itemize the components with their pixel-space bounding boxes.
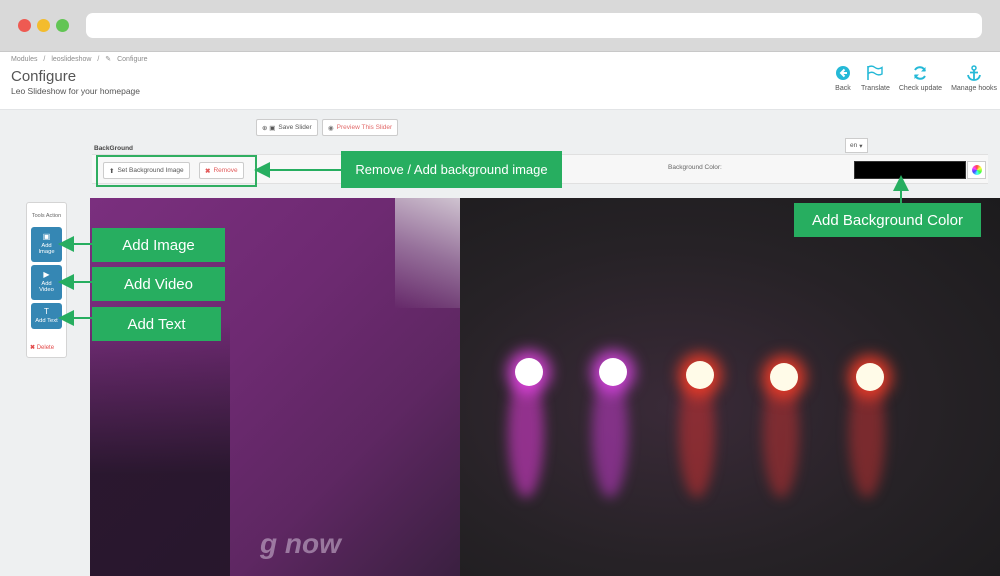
stage-light bbox=[856, 363, 884, 391]
text-icon: T bbox=[44, 306, 49, 316]
image-icon: ▣ bbox=[42, 232, 51, 242]
translate-label: Translate bbox=[860, 85, 890, 92]
slide-preview[interactable]: g now bbox=[90, 198, 1000, 576]
upload-icon: ⬆ bbox=[109, 167, 115, 175]
back-label: Back bbox=[835, 85, 851, 92]
slide-shadow bbox=[90, 318, 230, 576]
slide-overlay-text: g now bbox=[260, 528, 341, 559]
preview-slider-button[interactable]: ◉ Preview This Slider bbox=[322, 119, 399, 136]
annotation-add-text: Add Text bbox=[92, 307, 221, 341]
flag-icon bbox=[866, 64, 884, 82]
manage-hooks-button[interactable]: Manage hooks bbox=[951, 64, 997, 92]
preview-slider-label: Preview This Slider bbox=[336, 124, 393, 131]
breadcrumb-leoslideshow[interactable]: leoslideshow bbox=[51, 56, 91, 63]
background-color-label: Background Color: bbox=[668, 164, 722, 171]
maximize-window-button[interactable] bbox=[56, 19, 69, 32]
color-picker-button[interactable] bbox=[967, 161, 986, 179]
anchor-icon bbox=[965, 64, 983, 82]
background-section-label: BackGround bbox=[94, 145, 134, 152]
breadcrumb-separator: / bbox=[43, 56, 46, 63]
slide-background-right bbox=[460, 198, 1000, 576]
set-background-image-button[interactable]: ⬆ Set Background Image bbox=[103, 162, 190, 179]
refresh-icon bbox=[911, 64, 929, 82]
annotation-add-image: Add Image bbox=[92, 228, 225, 262]
close-window-button[interactable] bbox=[18, 19, 31, 32]
close-icon: ✖ bbox=[205, 167, 211, 175]
add-text-button[interactable]: T Add Text bbox=[31, 303, 62, 329]
add-text-label: Add Text bbox=[35, 317, 58, 324]
add-image-button[interactable]: ▣ Add Image bbox=[31, 227, 62, 262]
caret-down-icon: ▾ bbox=[859, 142, 863, 150]
slide-glare bbox=[395, 198, 460, 308]
wrench-icon: ✎ bbox=[105, 56, 112, 63]
annotation-add-video: Add Video bbox=[92, 267, 225, 301]
stage-light-beam bbox=[592, 368, 628, 498]
remove-background-label: Remove bbox=[213, 167, 238, 174]
minimize-window-button[interactable] bbox=[37, 19, 50, 32]
check-update-button[interactable]: Check update bbox=[899, 64, 942, 92]
translate-button[interactable]: Translate bbox=[861, 64, 890, 92]
delete-button[interactable]: ✖ Delete bbox=[30, 344, 54, 351]
breadcrumb-modules[interactable]: Modules bbox=[11, 56, 37, 63]
back-icon bbox=[834, 64, 852, 82]
add-image-label: Add Image bbox=[38, 243, 55, 256]
page-title: Configure bbox=[11, 68, 77, 85]
browser-chrome bbox=[0, 0, 1000, 52]
add-video-label: Add Video bbox=[39, 281, 54, 294]
background-color-input[interactable] bbox=[854, 161, 966, 179]
language-value: en bbox=[850, 142, 858, 149]
stage-light bbox=[515, 358, 543, 386]
breadcrumb-configure: Configure bbox=[117, 56, 148, 63]
back-button[interactable]: Back bbox=[834, 64, 852, 92]
address-bar[interactable] bbox=[86, 13, 982, 38]
video-icon: ▶ bbox=[43, 270, 50, 280]
color-wheel-icon bbox=[971, 165, 982, 175]
annotation-background-image: Remove / Add background image bbox=[341, 151, 562, 188]
stage-light bbox=[599, 358, 627, 386]
set-background-image-label: Set Background Image bbox=[117, 167, 184, 174]
tools-title: Tools Action bbox=[31, 213, 62, 219]
save-slider-label: Save Slider bbox=[278, 124, 312, 131]
page-header: Modules / leoslideshow / ✎ Configure Con… bbox=[0, 52, 1000, 110]
browser-window: Modules / leoslideshow / ✎ Configure Con… bbox=[0, 0, 1000, 576]
eye-icon: ◉ bbox=[328, 124, 334, 132]
close-icon: ✖ bbox=[30, 345, 36, 351]
check-update-label: Check update bbox=[898, 85, 943, 92]
save-icon: ⊕ ▣ bbox=[262, 124, 276, 132]
breadcrumb: Modules / leoslideshow / ✎ Configure bbox=[11, 55, 151, 63]
stage-light bbox=[770, 363, 798, 391]
header-toolbar: Back Translate Check update Manage hooks bbox=[825, 64, 997, 92]
save-slider-button[interactable]: ⊕ ▣ Save Slider bbox=[256, 119, 318, 136]
annotation-background-color: Add Background Color bbox=[794, 203, 981, 237]
language-select[interactable]: en ▾ bbox=[845, 138, 868, 153]
stage-light-beam bbox=[508, 368, 544, 498]
breadcrumb-separator: / bbox=[97, 56, 100, 63]
remove-background-button[interactable]: ✖ Remove bbox=[199, 162, 244, 179]
tools-panel: Tools Action ▣ Add Image ▶ Add Video T A… bbox=[26, 202, 67, 358]
delete-label: Delete bbox=[36, 345, 55, 351]
stage-light bbox=[686, 361, 714, 389]
add-video-button[interactable]: ▶ Add Video bbox=[31, 265, 62, 300]
manage-hooks-label: Manage hooks bbox=[951, 85, 997, 92]
page-subtitle: Leo Slideshow for your homepage bbox=[11, 86, 140, 96]
